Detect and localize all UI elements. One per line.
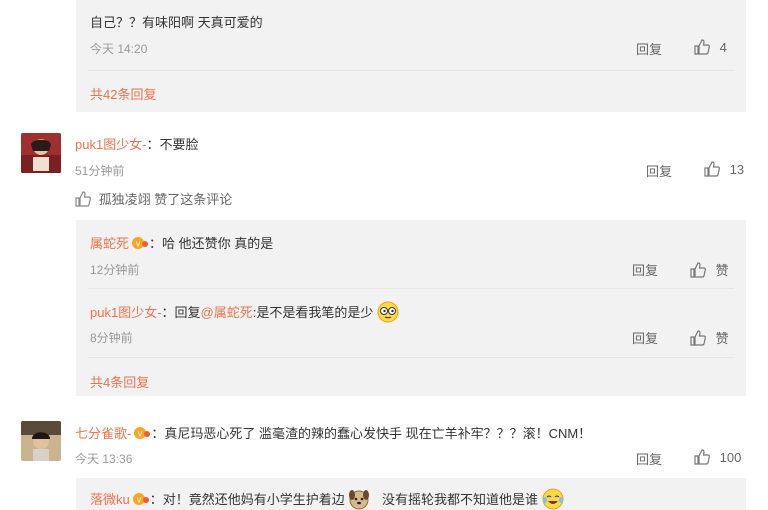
thumbs-up-icon: [690, 262, 706, 278]
reply-line: puk1图少女-：回复@属蛇死:是不是看我笔的是少: [90, 301, 399, 323]
like-button[interactable]: 100: [694, 449, 741, 465]
like-button[interactable]: 4: [694, 39, 727, 55]
avatar-image: [21, 133, 61, 173]
reply-text: ：对！竟然还他妈有小学生护着边: [149, 492, 345, 507]
author-name[interactable]: puk1图少女-: [75, 137, 147, 152]
comment-line: 七分雀歌-v ：真尼玛恶心死了 滥毫渣的辣的蠢心发快手 现在亡羊补牢？？？滚！CN…: [75, 423, 591, 442]
comment-text: ：真尼玛恶心死了 滥毫渣的辣的蠢心发快手 现在亡羊补牢？？？滚！CNM！: [151, 426, 592, 441]
crying-laughing-emoji-icon: [542, 488, 564, 510]
reply-prefix: ：回复: [161, 305, 201, 320]
reply-text: 自己？？有味阳啊 天真可爱的: [90, 15, 263, 30]
like-count: 4: [719, 40, 727, 55]
reply-time: 今天 14:20: [90, 42, 148, 56]
reply-line: 属蛇死 v ：哈 他还赞你 真的是: [90, 233, 273, 252]
comment-time: 今天 13:36: [75, 452, 133, 466]
author-name[interactable]: 七分雀歌-: [75, 426, 131, 441]
reply-author[interactable]: 落微ku: [90, 492, 130, 507]
thumbs-up-icon: [75, 191, 91, 207]
reply-button[interactable]: 回复: [646, 161, 672, 180]
comment-line: puk1图少女-：不要脸: [75, 134, 199, 153]
like-button[interactable]: 赞: [690, 328, 729, 347]
reply-text-continued: 没有摇轮我都不知道他是谁: [382, 492, 539, 507]
reply-button[interactable]: 回复: [636, 449, 662, 468]
vip-badge-icon: v: [132, 237, 149, 249]
smug-face-emoji-icon: [377, 301, 399, 323]
comment-time: 51分钟前: [75, 164, 125, 178]
svg-text:v: v: [136, 495, 141, 505]
like-button[interactable]: 13: [704, 161, 744, 177]
avatar[interactable]: [21, 421, 61, 461]
more-replies-link[interactable]: 共42条回复: [90, 84, 156, 103]
liked-by-text: 孤独凌翊 赞了这条评论: [98, 192, 233, 207]
vip-badge-icon: v: [132, 493, 149, 505]
dog-face-emoji-icon: [349, 490, 370, 510]
thumbs-up-icon: [694, 39, 710, 55]
reply-time: 8分钟前: [90, 331, 133, 345]
like-label: 赞: [715, 263, 729, 278]
liked-by: 孤独凌翊 赞了这条评论: [75, 189, 232, 208]
reply-author[interactable]: puk1图少女-: [90, 305, 162, 320]
svg-text:v: v: [136, 239, 141, 249]
thumbs-up-icon: [704, 161, 720, 177]
like-count: 100: [719, 450, 742, 465]
avatar[interactable]: [21, 133, 61, 173]
reply-button[interactable]: 回复: [636, 39, 662, 58]
divider: [88, 357, 734, 358]
divider: [88, 288, 734, 289]
reply-text: ：哈 他还赞你 真的是: [149, 236, 274, 251]
reply-line: 落微ku v ：对！竟然还他妈有小学生护着边 没有摇轮我都不知道他是谁: [90, 488, 564, 510]
more-replies-link[interactable]: 共4条回复: [90, 372, 149, 391]
avatar-image: [21, 421, 61, 461]
reply-author[interactable]: 属蛇死: [90, 236, 129, 251]
like-label: 赞: [715, 331, 729, 346]
like-button[interactable]: 赞: [690, 260, 729, 279]
thumbs-up-icon: [690, 330, 706, 346]
thumbs-up-icon: [694, 449, 710, 465]
comment-text: ：不要脸: [146, 137, 199, 152]
reply-text: :是不是看我笔的是少: [252, 305, 374, 320]
svg-text:v: v: [138, 429, 143, 439]
reply-button[interactable]: 回复: [632, 260, 658, 279]
reply-button[interactable]: 回复: [632, 328, 658, 347]
mention-link[interactable]: @属蛇死: [201, 305, 253, 320]
divider: [88, 70, 734, 71]
vip-badge-icon: v: [134, 427, 151, 439]
reply-time: 12分钟前: [90, 263, 140, 277]
like-count: 13: [729, 162, 745, 177]
